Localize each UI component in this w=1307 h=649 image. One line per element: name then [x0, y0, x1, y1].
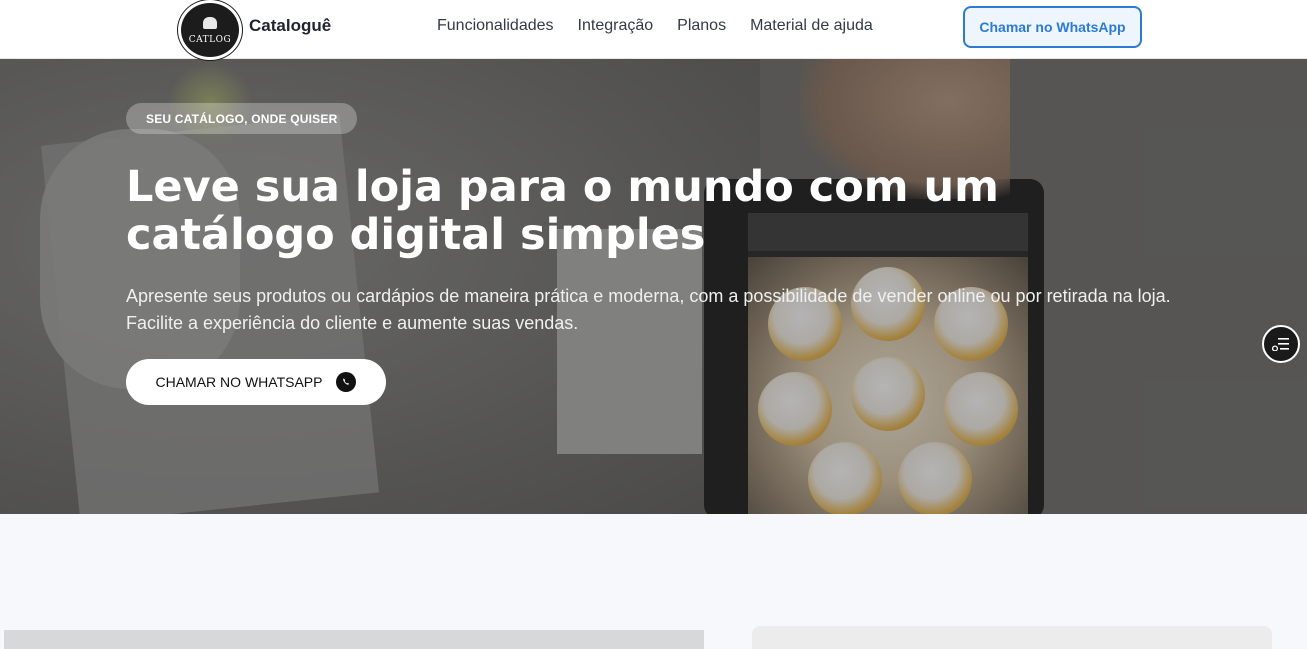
whatsapp-icon — [336, 372, 357, 392]
main-nav: Funcionalidades Integração Planos Materi… — [437, 17, 873, 35]
logo[interactable]: CATLOG — [178, 0, 242, 60]
hero-subtitle-line1: Apresente seus produtos ou cardápios de … — [126, 286, 1171, 306]
logo-text: CATLOG — [188, 35, 232, 45]
nav-item-integracao[interactable]: Integração — [578, 17, 654, 35]
whatsapp-header-button[interactable]: Chamar no WhatsApp — [963, 6, 1142, 48]
section-image-left — [4, 630, 704, 649]
section-image-right — [752, 626, 1272, 649]
settings-menu-icon[interactable] — [1262, 325, 1300, 363]
whatsapp-hero-button-label: CHAMAR NO WHATSAPP — [155, 374, 323, 390]
whatsapp-hero-button[interactable]: CHAMAR NO WHATSAPP — [126, 359, 386, 405]
hero-subtitle: Apresente seus produtos ou cardápios de … — [126, 283, 1206, 337]
site-header: CATLOG Cataloguê Funcionalidades Integra… — [0, 0, 1307, 60]
hero-badge: SEU CATÁLOGO, ONDE QUISER — [126, 103, 358, 134]
hero-headline: Leve sua loja para o mundo com um catálo… — [126, 163, 1026, 259]
nav-item-funcionalidades[interactable]: Funcionalidades — [437, 17, 554, 35]
nav-item-material-de-ajuda[interactable]: Material de ajuda — [750, 17, 873, 35]
hero-section: SEU CATÁLOGO, ONDE QUISER Leve sua loja … — [0, 59, 1307, 514]
hero-headline-line1: Leve sua loja para o mundo com um — [126, 162, 999, 212]
logo-icon — [203, 17, 217, 29]
brand-name[interactable]: Cataloguê — [249, 16, 331, 36]
hero-subtitle-line2: Facilite a experiência do cliente e aume… — [126, 313, 579, 333]
nav-item-planos[interactable]: Planos — [677, 17, 726, 35]
hero-headline-line2: catálogo digital simples — [126, 210, 706, 260]
features-section — [0, 514, 1307, 649]
